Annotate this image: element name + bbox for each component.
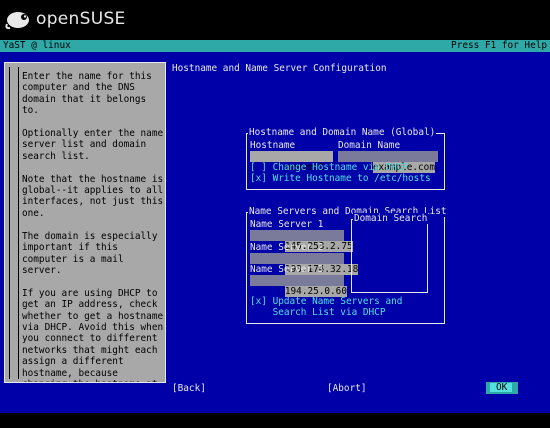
name-server-3-label: Name Server 3 <box>250 264 324 275</box>
help-panel[interactable]: Enter the name for this computer and the … <box>4 62 166 383</box>
help-line: Enter the name for this <box>22 71 152 82</box>
help-scrollbar[interactable] <box>9 67 19 379</box>
help-line: assign a different <box>22 356 124 368</box>
brand-name: openSUSE <box>36 9 126 29</box>
help-line: If you are using DHCP to <box>22 287 158 299</box>
name-server-1-input[interactable]: 145.253.2.75 <box>250 230 353 253</box>
help-line: Optionally enter the name <box>22 128 164 140</box>
domain-search-label: Domain Search <box>353 213 429 225</box>
help-line: domain that it belongs <box>22 93 147 105</box>
help-line: global--it applies to all <box>22 185 164 197</box>
write-hostname-checkbox[interactable]: [x] Write Hostname to /etc/hosts <box>250 173 431 184</box>
title-bar: YaST @ linux Press F1 for Help <box>0 40 550 52</box>
change-hostname-dhcp-checkbox[interactable]: [ ] Change Hostname via DHCP <box>250 162 408 173</box>
hostname-input[interactable]: server1 <box>250 151 333 173</box>
domain-search-list[interactable]: Domain Search <box>351 213 429 293</box>
update-name-servers-checkbox[interactable]: [x] Update Name Servers and <box>250 296 402 307</box>
help-line: interfaces, not just this <box>22 196 164 208</box>
help-line: one. <box>22 207 45 219</box>
help-line <box>22 117 163 128</box>
domain-name-input[interactable]: example.com <box>338 151 438 174</box>
hostname-frame: Hostname and Domain Name (Global) Hostna… <box>246 127 445 190</box>
help-line <box>22 162 163 173</box>
help-line: networks that might each <box>22 344 158 356</box>
domain-name-label: Domain Name <box>338 140 401 151</box>
help-line <box>22 276 163 287</box>
hostname-label: Hostname <box>250 140 296 151</box>
name-servers-frame: Name Servers and Domain Search List Name… <box>246 206 448 324</box>
help-line: server. <box>22 264 62 276</box>
help-line: computer is a mail <box>22 253 124 265</box>
help-line <box>22 219 163 230</box>
help-line: The domain is especially <box>22 230 158 242</box>
ok-button[interactable]: OK <box>486 382 518 394</box>
update-name-servers-label-line2: Search List via DHCP <box>250 307 386 318</box>
main-area: Enter the name for this computer and the … <box>0 52 550 413</box>
help-line: hostname, because <box>22 367 118 379</box>
back-button[interactable]: [Back] <box>172 383 206 394</box>
abort-button[interactable]: [Abort] <box>327 383 367 394</box>
hostname-frame-title: Hostname and Domain Name (Global) <box>248 127 437 139</box>
help-text: Enter the name for this computer and the … <box>22 71 164 382</box>
name-server-2-label: Name Server 2 <box>250 242 324 253</box>
help-line: changing the hostname at <box>22 379 163 382</box>
help-hint: Press F1 for Help <box>451 40 547 51</box>
logo-strip: openSUSE <box>0 0 550 40</box>
help-line: you connect to different <box>22 333 158 345</box>
help-line: computer and the DNS <box>22 82 135 94</box>
name-server-2-input[interactable]: 193.174.32.18 <box>250 253 359 276</box>
help-line: to. <box>22 105 39 117</box>
chameleon-logo-icon <box>5 12 29 30</box>
name-server-3-input[interactable]: 194.25.0.60 <box>250 275 347 298</box>
window-title: YaST @ linux <box>3 40 71 51</box>
help-line: get an IP address, check <box>22 299 158 311</box>
dialog-title: Hostname and Name Server Configuration <box>172 63 387 74</box>
help-line: Note that the hostname is <box>22 173 164 185</box>
help-line: via DHCP. Avoid this when <box>22 321 164 333</box>
help-line: search list. <box>22 150 90 162</box>
ok-button-label: OK <box>496 382 508 393</box>
help-line: important if this <box>22 242 118 254</box>
name-server-1-label: Name Server 1 <box>250 219 324 230</box>
help-line: server list and domain <box>22 139 147 151</box>
help-line: whether to get a hostname <box>22 310 164 322</box>
